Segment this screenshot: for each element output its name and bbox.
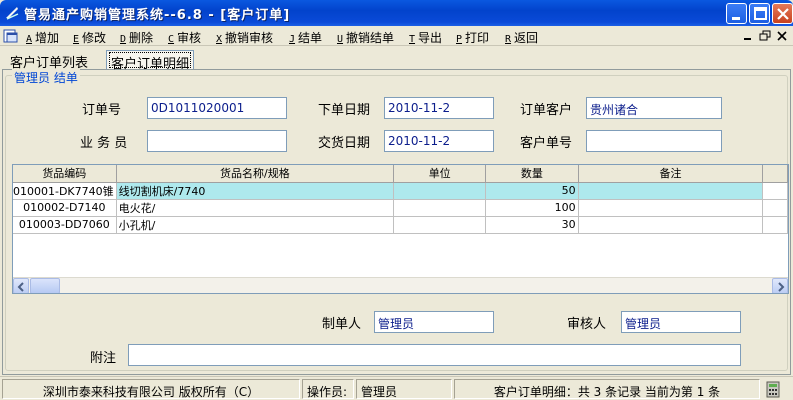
cell-unit[interactable] — [393, 216, 487, 234]
reviewer-field[interactable]: 管理员 — [621, 311, 741, 333]
cell-code[interactable]: 010001-DK7740锥 — [13, 182, 117, 200]
menu-cancel-close-order[interactable]: U 撤销结单 — [337, 29, 394, 46]
cell-filler — [762, 216, 788, 234]
remark-label: 附注 — [90, 351, 117, 366]
cell-name[interactable]: 线切割机床/7740 — [116, 182, 395, 200]
menu-export[interactable]: T 导出 — [409, 29, 442, 46]
cell-note[interactable] — [578, 216, 764, 234]
table-row[interactable]: 010003-DD7060 小孔机/ 30 — [13, 216, 788, 234]
maximize-icon — [754, 7, 767, 20]
delivery-date-label: 交货日期 — [318, 136, 371, 151]
scroll-right-button[interactable] — [772, 278, 788, 293]
customer-label: 订单客户 — [520, 103, 573, 118]
cell-note[interactable] — [578, 199, 764, 217]
calculator-icon[interactable] — [766, 381, 780, 398]
status-records: 客户订单明细：共 3 条记录 当前为第 1 条 — [454, 379, 760, 399]
creator-field[interactable]: 管理员 — [374, 311, 494, 333]
scroll-thumb[interactable] — [30, 278, 60, 293]
chevron-right-icon — [778, 282, 785, 292]
cell-qty[interactable]: 100 — [485, 199, 579, 217]
cell-filler — [762, 199, 788, 217]
customer-no-label: 客户单号 — [520, 136, 573, 151]
menu-edit[interactable]: E 修改 — [73, 29, 106, 46]
menu-cancel-review[interactable]: X 撤销审核 — [216, 29, 273, 46]
mdi-restore-icon[interactable] — [758, 30, 772, 42]
customer-no-field[interactable] — [586, 130, 722, 152]
reviewer-label: 审核人 — [567, 317, 607, 332]
menu-delete[interactable]: D 删除 — [120, 29, 153, 46]
order-items-grid[interactable]: 货品编码 货品名称/规格 单位 数量 备注 010001-DK7740锥 线切割… — [12, 164, 789, 294]
salesman-label: 业 务 员 — [80, 136, 128, 151]
col-header-note[interactable]: 备注 — [578, 165, 764, 183]
minimize-icon — [732, 17, 740, 20]
col-header-qty[interactable]: 数量 — [485, 165, 579, 183]
status-operator: 管理员 — [356, 379, 452, 399]
cell-name[interactable]: 小孔机/ — [116, 216, 395, 234]
minimize-button[interactable] — [726, 3, 747, 24]
group-legend: 管理员 结单 — [12, 69, 80, 86]
delivery-date-field[interactable]: 2010-11-2 — [384, 130, 494, 152]
col-header-filler — [762, 165, 788, 183]
cell-unit[interactable] — [393, 199, 487, 217]
close-icon — [777, 8, 789, 20]
mdi-close-icon[interactable] — [775, 30, 789, 42]
status-operator-label: 操作员: — [302, 379, 354, 399]
menu-add[interactable]: A 增加 — [26, 29, 59, 46]
col-header-name[interactable]: 货品名称/规格 — [116, 165, 395, 183]
tab-order-list[interactable]: 客户订单列表 — [6, 50, 92, 71]
grid-header-row: 货品编码 货品名称/规格 单位 数量 备注 — [13, 165, 788, 183]
status-copyright: 深圳市泰来科技有限公司 版权所有（C） — [2, 379, 300, 399]
menu-close-order[interactable]: J 结单 — [289, 29, 322, 46]
mdi-minimize-icon[interactable] — [741, 30, 755, 42]
table-row[interactable]: 010001-DK7740锥 线切割机床/7740 50 — [13, 182, 788, 200]
col-header-unit[interactable]: 单位 — [393, 165, 487, 183]
chevron-left-icon — [17, 282, 24, 292]
menu-bar: A 增加 E 修改 D 删除 C 审核 X 撤销审核 J 结单 U 撤销结单 T 导出 P 打印 … — [0, 26, 793, 46]
menu-print[interactable]: P 打印 — [456, 29, 489, 46]
scroll-left-button[interactable] — [13, 278, 29, 293]
cell-filler — [762, 182, 788, 200]
cell-unit[interactable] — [393, 182, 487, 200]
col-header-code[interactable]: 货品编码 — [13, 165, 117, 183]
remark-field[interactable] — [128, 344, 741, 366]
creator-label: 制单人 — [322, 317, 362, 332]
order-no-label: 订单号 — [82, 103, 122, 118]
cell-qty[interactable]: 50 — [485, 182, 579, 200]
app-icon — [6, 7, 19, 20]
cell-name[interactable]: 电火花/ — [116, 199, 395, 217]
cell-qty[interactable]: 30 — [485, 216, 579, 234]
cell-code[interactable]: 010002-D7140 — [13, 199, 117, 217]
document-icon[interactable] — [3, 28, 19, 44]
tab-order-detail[interactable]: 客户订单明细 — [106, 50, 195, 72]
maximize-button[interactable] — [749, 3, 770, 24]
window-title: 管易通产购销管理系统--6.8 - [客户订单] — [24, 8, 291, 23]
order-no-field[interactable]: 0D1011020001 — [147, 97, 287, 119]
close-button[interactable] — [772, 3, 793, 24]
horizontal-scrollbar[interactable] — [13, 277, 788, 293]
title-bar: 管易通产购销管理系统--6.8 - [客户订单] — [0, 0, 793, 26]
customer-field[interactable]: 贵州诸合 — [586, 97, 722, 119]
order-date-label: 下单日期 — [318, 103, 371, 118]
cell-code[interactable]: 010003-DD7060 — [13, 216, 117, 234]
menu-return[interactable]: R 返回 — [505, 29, 538, 46]
cell-note[interactable] — [578, 182, 764, 200]
status-bar: 深圳市泰来科技有限公司 版权所有（C） 操作员: 管理员 客户订单明细：共 3 … — [0, 376, 793, 400]
salesman-field[interactable] — [147, 130, 287, 152]
order-date-field[interactable]: 2010-11-2 — [384, 97, 494, 119]
table-row[interactable]: 010002-D7140 电火花/ 100 — [13, 199, 788, 217]
menu-review[interactable]: C 审核 — [168, 29, 201, 46]
